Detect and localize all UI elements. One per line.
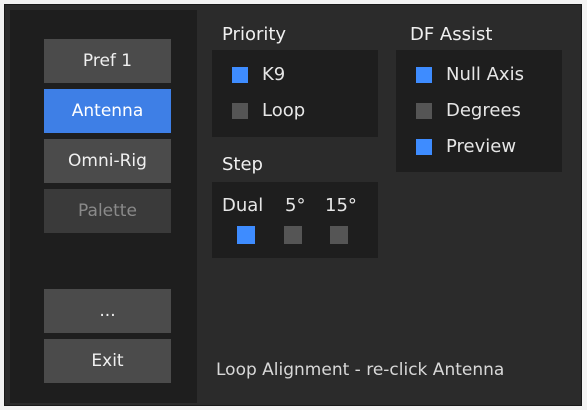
option-label: Null Axis <box>446 64 524 85</box>
option-label: Loop <box>262 100 306 121</box>
omni-rig-button[interactable]: Omni-Rig <box>44 139 171 183</box>
status-hint: Loop Alignment - re-click Antenna <box>216 360 505 380</box>
df-assist-panel: Null Axis Degrees Preview <box>396 50 562 172</box>
step-label-5: 5° <box>285 195 306 216</box>
pref1-button[interactable]: Pref 1 <box>44 39 171 83</box>
priority-option-k9[interactable]: K9 <box>232 64 285 85</box>
step-dual-checkbox[interactable] <box>237 226 255 244</box>
option-label: Degrees <box>446 100 521 121</box>
step-5-checkbox[interactable] <box>284 226 302 244</box>
checkbox-unchecked-icon[interactable] <box>232 102 248 119</box>
priority-title: Priority <box>222 24 287 45</box>
exit-button[interactable]: Exit <box>44 339 171 383</box>
checkbox-checked-icon[interactable] <box>416 138 432 155</box>
antenna-button[interactable]: Antenna <box>44 89 171 133</box>
option-label: K9 <box>262 64 286 85</box>
step-title: Step <box>222 154 263 175</box>
checkbox-checked-icon[interactable] <box>416 66 432 83</box>
step-15-checkbox[interactable] <box>330 226 348 244</box>
df-option-preview[interactable]: Preview <box>416 136 516 157</box>
df-option-null-axis[interactable]: Null Axis <box>416 64 524 85</box>
df-option-degrees[interactable]: Degrees <box>416 100 521 121</box>
priority-panel: K9 Loop <box>212 50 378 137</box>
option-label: Preview <box>446 136 517 157</box>
step-panel: Dual 5° 15° <box>212 182 378 258</box>
step-label-15: 15° <box>325 195 357 216</box>
more-button[interactable]: ... <box>44 289 171 333</box>
priority-option-loop[interactable]: Loop <box>232 100 305 121</box>
step-label-dual: Dual <box>222 195 264 216</box>
df-assist-title: DF Assist <box>410 24 493 45</box>
sidebar: Pref 1 Antenna Omni-Rig Palette ... Exit <box>10 10 197 403</box>
palette-button[interactable]: Palette <box>44 189 171 233</box>
checkbox-checked-icon[interactable] <box>232 66 248 83</box>
checkbox-unchecked-icon[interactable] <box>416 102 432 119</box>
